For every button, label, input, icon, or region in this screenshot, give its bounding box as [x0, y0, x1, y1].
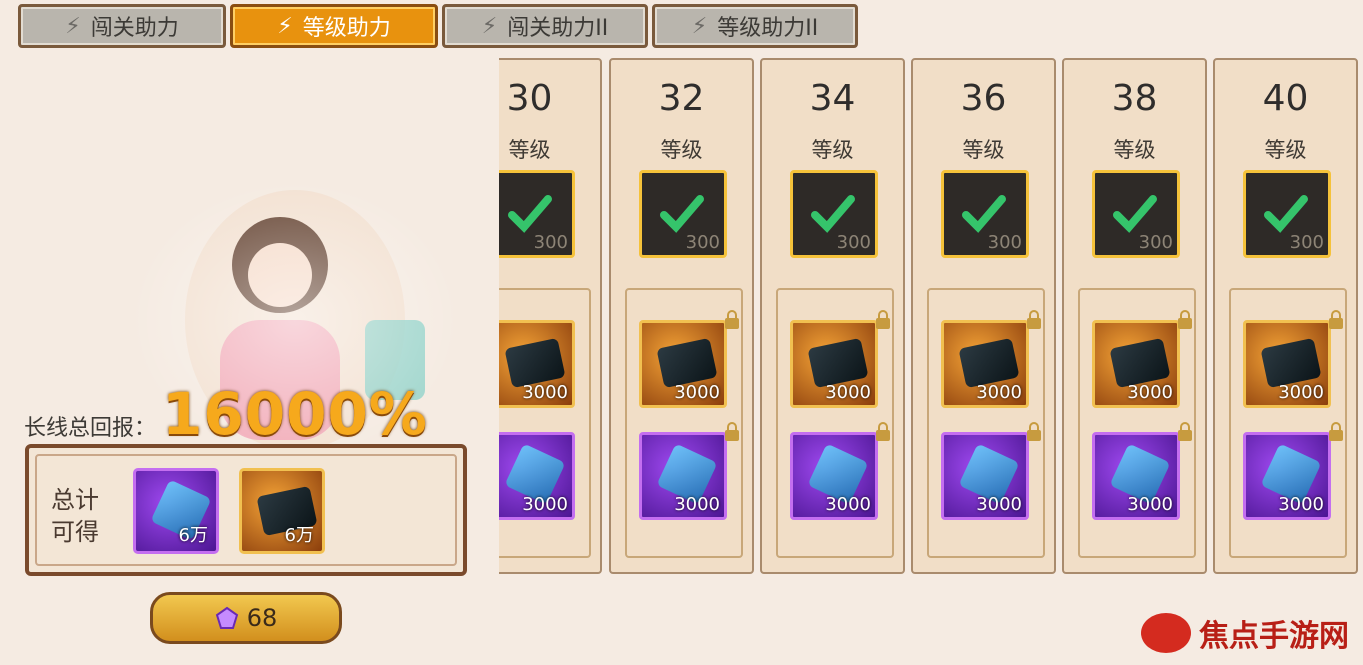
- currency-button[interactable]: 68: [150, 592, 342, 644]
- dark-ore-icon: [504, 337, 566, 389]
- level-reward-track[interactable]: 30 等级 300 3000 3000 32 等级 300 3000 3000 …: [499, 58, 1363, 576]
- level-column: 40 等级 300 3000 3000: [1213, 58, 1358, 574]
- total-label: 总计 可得: [51, 486, 99, 546]
- tab-stage-boost[interactable]: ⚡ 闯关助力: [18, 4, 226, 48]
- locked-reward-crystal[interactable]: 3000: [499, 432, 575, 520]
- level-column: 36 等级 300 3000 3000: [911, 58, 1056, 574]
- level-column: 34 等级 300 3000 3000: [760, 58, 905, 574]
- currency-amount: 68: [246, 604, 278, 632]
- lock-icon: [876, 310, 890, 329]
- check-icon: [660, 195, 704, 233]
- lightning-icon: ⚡: [481, 13, 498, 39]
- dark-ore-icon: [1109, 337, 1171, 389]
- lock-icon: [1178, 422, 1192, 441]
- lightning-icon: ⚡: [65, 13, 81, 39]
- tab-stage-boost-ii[interactable]: ⚡ 闯关助力II: [442, 4, 648, 48]
- dark-ore-icon: [958, 337, 1020, 389]
- level-column: 32 等级 300 3000 3000: [609, 58, 754, 574]
- locked-reward-crystal[interactable]: 3000: [941, 432, 1029, 520]
- locked-reward-crystal[interactable]: 3000: [790, 432, 878, 520]
- level-column: 38 等级 300 3000 3000: [1062, 58, 1207, 574]
- locked-reward-ore[interactable]: 3000: [499, 320, 575, 408]
- check-icon: [1113, 195, 1157, 233]
- claimed-reward[interactable]: 300: [639, 170, 727, 258]
- check-icon: [1264, 195, 1308, 233]
- claimed-reward[interactable]: 300: [790, 170, 878, 258]
- locked-reward-crystal[interactable]: 3000: [639, 432, 727, 520]
- lock-icon: [725, 422, 739, 441]
- total-reward-blue-crystal[interactable]: 6万: [133, 468, 219, 554]
- long-term-return: 长线总回报： 16000%: [24, 380, 428, 448]
- total-reward-dark-ore[interactable]: 6万: [239, 468, 325, 554]
- tab-bar: ⚡ 闯关助力 ⚡ 等级助力 ⚡ 闯关助力II ⚡ 等级助力II: [18, 4, 858, 48]
- gem-icon: [215, 606, 238, 629]
- locked-reward-ore[interactable]: 3000: [1092, 320, 1180, 408]
- check-icon: [508, 195, 552, 233]
- dark-ore-icon: [807, 337, 869, 389]
- return-label: 长线总回报：: [24, 416, 157, 441]
- watermark-icon: [1141, 613, 1191, 653]
- claimed-reward[interactable]: 300: [941, 170, 1029, 258]
- lock-icon: [876, 422, 890, 441]
- locked-reward-ore[interactable]: 3000: [790, 320, 878, 408]
- check-icon: [811, 195, 855, 233]
- lock-icon: [1329, 310, 1343, 329]
- tab-level-boost-ii[interactable]: ⚡ 等级助力II: [652, 4, 858, 48]
- claimed-reward[interactable]: 300: [1092, 170, 1180, 258]
- check-icon: [962, 195, 1006, 233]
- return-value: 16000%: [162, 380, 428, 448]
- locked-reward-ore[interactable]: 3000: [941, 320, 1029, 408]
- tab-level-boost[interactable]: ⚡ 等级助力: [230, 4, 438, 48]
- total-rewards-panel: 总计 可得 6万 6万: [25, 444, 467, 576]
- locked-reward-ore[interactable]: 3000: [1243, 320, 1331, 408]
- claimed-reward[interactable]: 300: [1243, 170, 1331, 258]
- locked-reward-crystal[interactable]: 3000: [1243, 432, 1331, 520]
- locked-reward-crystal[interactable]: 3000: [1092, 432, 1180, 520]
- lightning-icon: ⚡: [691, 13, 708, 39]
- lock-icon: [1027, 422, 1041, 441]
- level-column: 30 等级 300 3000 3000: [499, 58, 602, 574]
- lock-icon: [1178, 310, 1192, 329]
- lock-icon: [1329, 422, 1343, 441]
- lightning-icon: ⚡: [277, 13, 293, 39]
- lock-icon: [725, 310, 739, 329]
- watermark-logo: 焦点手游网: [1141, 611, 1349, 655]
- dark-ore-icon: [656, 337, 718, 389]
- dark-ore-icon: [1260, 337, 1322, 389]
- lock-icon: [1027, 310, 1041, 329]
- claimed-reward[interactable]: 300: [499, 170, 575, 258]
- locked-reward-ore[interactable]: 3000: [639, 320, 727, 408]
